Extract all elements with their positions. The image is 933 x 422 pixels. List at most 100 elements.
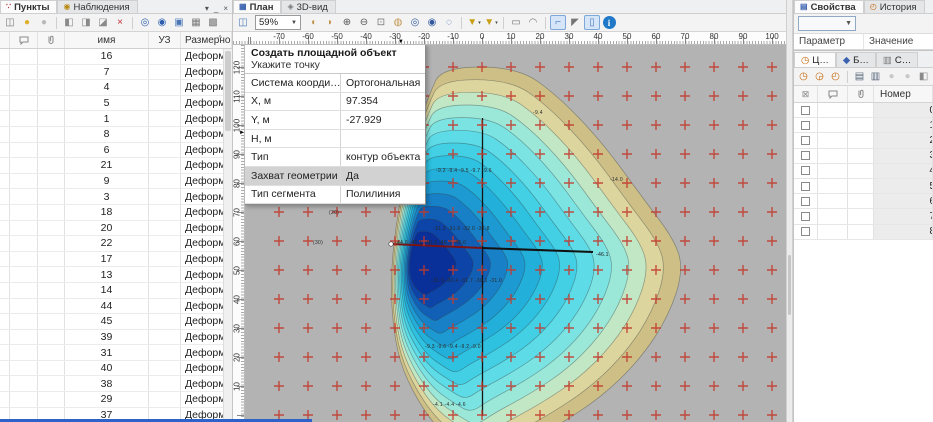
table-row[interactable]: 13Деформац… (0, 267, 232, 283)
table-row[interactable]: 3Деформац… (0, 189, 232, 205)
cycle-checkbox[interactable] (801, 121, 810, 130)
filter-icon[interactable]: ▼▾ (466, 15, 482, 30)
cycle-checkbox[interactable] (801, 106, 810, 115)
table-row[interactable]: 14Деформац… (0, 283, 232, 299)
table-row[interactable]: 18Деформац… (0, 205, 232, 221)
tab-history[interactable]: ◴ История (864, 0, 925, 13)
table-row[interactable]: 31Деформац… (0, 345, 232, 361)
select-rect-icon[interactable]: ◧ (916, 69, 931, 84)
table-row[interactable]: 21Деформац… (0, 158, 232, 174)
bulb-on-icon[interactable]: ● (19, 15, 35, 30)
bulb-off-icon[interactable]: ● (36, 15, 52, 30)
map-canvas[interactable]: -46.1 -9.2 -9.4 -9.5 -9.7 -9.6-9.4-31.2 … (245, 45, 786, 422)
popup-row-value[interactable]: Ортогональная (341, 77, 425, 89)
cycle-all-icon[interactable]: ◷ (796, 69, 811, 84)
pan-hand-icon[interactable]: ◖ (305, 15, 321, 30)
list-item[interactable]: 6 (794, 194, 933, 209)
table-row[interactable]: 45Деформац… (0, 314, 232, 330)
popup-row-value[interactable]: контур объекта (341, 151, 425, 163)
customize-icon[interactable]: ▩ (205, 15, 221, 30)
table-row[interactable]: 29Деформац… (0, 392, 232, 408)
table-row[interactable]: 5Деформац… (0, 96, 232, 112)
popup-property-row[interactable]: X, м97.354 (245, 93, 425, 112)
pan-page-icon[interactable]: ◗ (322, 15, 338, 30)
number-column-header[interactable]: Номер (874, 86, 933, 102)
name-column-header[interactable]: имя (65, 32, 149, 48)
value-column-header[interactable]: Значение (864, 36, 933, 47)
layer-del-icon[interactable]: ▥ (868, 69, 883, 84)
map-scrollbar-thumb[interactable] (788, 255, 791, 315)
bulb-off-icon[interactable]: ● (900, 69, 915, 84)
popup-property-row[interactable]: Система коорди…Ортогональная (245, 74, 425, 93)
popup-property-row[interactable]: Тип сегментаПолилиния (245, 186, 425, 205)
cycle-checkbox[interactable] (801, 166, 810, 175)
popup-property-row[interactable]: Типконтур объекта (245, 148, 425, 167)
popup-row-value[interactable]: -27.929 (341, 114, 425, 126)
dimension-column-header[interactable]: Размерность (181, 32, 232, 48)
table-row[interactable]: 8Деформац… (0, 127, 232, 143)
cycle-checkbox[interactable] (801, 197, 810, 206)
zoom-out-icon[interactable]: ⊖ (356, 15, 372, 30)
zoom-box-icon[interactable]: ⊡ (373, 15, 389, 30)
select-lasso-icon[interactable]: ◠ (525, 15, 541, 30)
popup-property-row[interactable]: Y, м-27.929 (245, 111, 425, 130)
popup-row-value[interactable]: 97.354 (341, 95, 425, 107)
object-selector-combo[interactable]: ▼ (798, 16, 856, 31)
delete-icon[interactable]: × (112, 15, 128, 30)
invert-select-icon[interactable]: ◪ (95, 15, 111, 30)
list-item[interactable]: 8 (794, 225, 933, 240)
list-item[interactable]: 3 (794, 149, 933, 164)
attachment-column-header[interactable] (848, 86, 874, 102)
pin-icon[interactable]: ▾ (205, 4, 209, 13)
tab-layers[interactable]: ▥ С… (876, 52, 918, 67)
tab-observations[interactable]: ◉ Наблюдения (57, 0, 137, 13)
table-row[interactable]: 9Деформац… (0, 174, 232, 190)
table-row[interactable]: 1Деформац… (0, 111, 232, 127)
popup-row-value[interactable]: Полилиния (341, 188, 425, 200)
uz-column-header[interactable]: УЗ (149, 32, 181, 48)
cycle-fwd-icon[interactable]: ◶ (812, 69, 827, 84)
scrollbar-thumb[interactable] (225, 51, 231, 131)
close-icon[interactable]: × (223, 4, 228, 13)
attachment-column-header[interactable] (38, 32, 65, 48)
table-row[interactable]: 4Деформац… (0, 80, 232, 96)
properties-view-icon[interactable]: ▣ (171, 15, 187, 30)
layer-add-icon[interactable]: ▤ (852, 69, 867, 84)
select-rect-icon[interactable]: ◧ (61, 15, 77, 30)
table-row[interactable]: 16Деформац… (0, 49, 232, 65)
sort-indicator[interactable]: ^ (218, 34, 222, 43)
minimize-icon[interactable]: _ (214, 4, 218, 13)
points-scrollbar[interactable] (223, 49, 232, 422)
cycle-one-icon[interactable]: ◴ (828, 69, 843, 84)
cycle-checkbox[interactable] (801, 227, 810, 236)
zoom-prev-icon[interactable]: ◌ (441, 15, 457, 30)
select-rect-icon[interactable]: ▭ (508, 15, 524, 30)
snap-cursor-icon[interactable]: ◤ (567, 15, 583, 30)
tab-cycles[interactable]: ◷ Ц… (794, 52, 836, 67)
bulb-on-icon[interactable]: ● (884, 69, 899, 84)
tab-points[interactable]: ∵ Пункты (0, 0, 57, 13)
tab-3d-view[interactable]: ◈ 3D-вид (281, 0, 335, 13)
table-row[interactable]: 22Деформац… (0, 236, 232, 252)
cycle-checkbox[interactable] (801, 212, 810, 221)
find-icon[interactable]: ◎ (137, 15, 153, 30)
ortho-mode-icon[interactable]: ⌐ (550, 15, 566, 30)
table-row[interactable]: 6Деформац… (0, 143, 232, 159)
check-column-header[interactable]: ⊠ (794, 86, 818, 102)
list-item[interactable]: 5 (794, 179, 933, 194)
tab-properties[interactable]: ▤ Свойства (794, 0, 864, 13)
popup-row-value[interactable]: Да (341, 170, 425, 182)
popup-property-row[interactable]: H, м (245, 130, 425, 149)
pan-drag-icon[interactable]: ◍ (390, 15, 406, 30)
deselect-rect-icon[interactable]: ◨ (78, 15, 94, 30)
list-item[interactable]: 4 (794, 164, 933, 179)
frame-mode-icon[interactable]: ▯ (584, 15, 600, 30)
table-row[interactable]: 7Деформац… (0, 65, 232, 81)
panel-toggle-icon[interactable]: ◫ (235, 15, 251, 30)
table-row[interactable]: 40Деформац… (0, 361, 232, 377)
parameter-column-header[interactable]: Параметр (794, 34, 864, 49)
table-row[interactable]: 44Деформац… (0, 299, 232, 315)
zoom-points-icon[interactable]: ◎ (407, 15, 423, 30)
list-item[interactable]: 1 (794, 118, 933, 133)
cycle-checkbox[interactable] (801, 151, 810, 160)
